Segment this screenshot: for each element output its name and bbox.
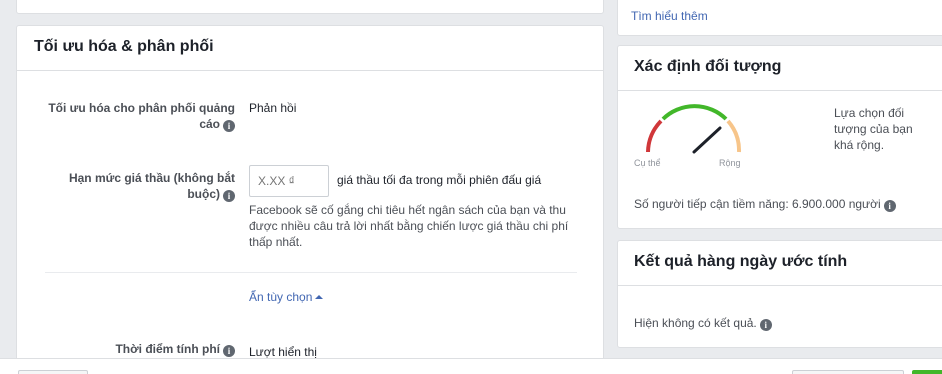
divider (45, 272, 577, 273)
continue-button[interactable] (912, 370, 942, 374)
audience-description: Lựa chọn đối tượng của bạn khá rộng. (834, 106, 913, 152)
bid-help-text: Facebook sẽ cố gắng chi tiêu hết ngân sá… (249, 203, 569, 249)
bottom-action-bar (0, 358, 942, 374)
info-icon[interactable]: i (759, 319, 772, 331)
previous-section-card (16, 0, 604, 14)
gauge-left-label: Cụ thể (634, 158, 661, 168)
gauge-orange-arc (726, 119, 742, 153)
info-icon[interactable]: i (223, 190, 235, 202)
results-title: Kết quả hàng ngày ước tính (618, 241, 942, 286)
learn-more-link[interactable]: Tìm hiểu thêm (631, 9, 708, 23)
info-icon[interactable]: i (223, 345, 235, 357)
info-icon[interactable]: i (883, 200, 896, 212)
gauge-right-label: Rộng (719, 158, 741, 168)
estimated-results-card: Kết quả hàng ngày ước tính Hiện không có… (617, 240, 942, 348)
charge-label: Thời điểm tính phí i (35, 341, 235, 357)
gauge-needle (692, 126, 722, 154)
hide-options-link[interactable]: Ẩn tùy chọn (249, 289, 324, 305)
gauge-green-arc (661, 104, 728, 121)
potential-reach: Số người tiếp cận tiềm năng: 6.900.000 n… (634, 196, 896, 212)
back-button[interactable] (18, 370, 88, 374)
secondary-button[interactable] (792, 370, 904, 374)
section-title: Tối ưu hóa & phân phối (17, 26, 603, 71)
audience-definition-card: Xác định đối tượng Cụ thể Rộng Lựa chọn … (617, 45, 942, 229)
bid-cap-suffix: giá thầu tối đa trong mỗi phiên đấu giá (337, 173, 542, 187)
audience-title: Xác định đối tượng (618, 46, 942, 91)
bid-cap-input[interactable] (249, 165, 329, 197)
gauge-red-arc (646, 119, 663, 153)
audience-gauge (646, 104, 742, 154)
info-icon[interactable]: i (223, 120, 235, 132)
results-text: Hiện không có kết quả. i (634, 315, 772, 331)
optimization-delivery-card: Tối ưu hóa & phân phối Tối ưu hóa cho ph… (16, 25, 604, 370)
optimization-value[interactable]: Phản hồi (249, 100, 296, 116)
caret-up-icon (315, 295, 324, 299)
optimization-label: Tối ưu hóa cho phân phối quảng cáo i (48, 101, 235, 132)
learn-more-card: Tìm hiểu thêm (617, 0, 942, 36)
bid-cap-label: Hạn mức giá thầu (không bắt buộc) i (68, 171, 235, 202)
